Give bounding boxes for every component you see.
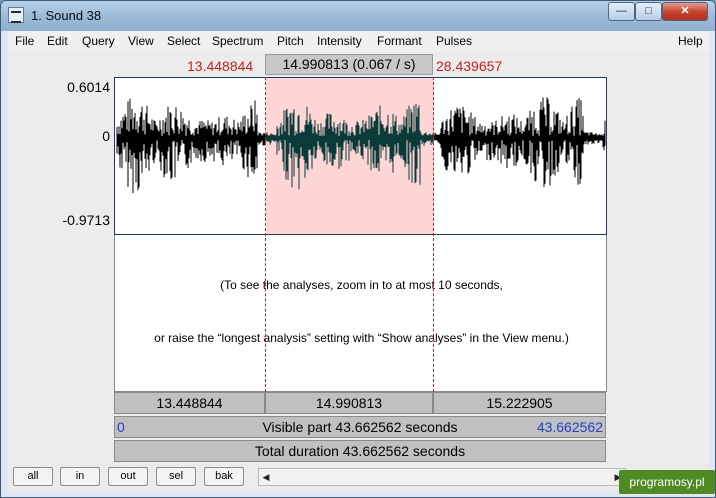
menu-edit[interactable]: Edit	[47, 34, 68, 48]
close-icon: ✕	[680, 5, 690, 17]
visible-end-label: 43.662562	[536, 419, 603, 435]
menu-file[interactable]: File	[15, 34, 34, 48]
waveform-panel[interactable]	[114, 77, 607, 235]
time-segment-right[interactable]: 15.222905	[433, 392, 606, 414]
minimize-button[interactable]: —	[608, 2, 635, 21]
selection-end-line	[433, 77, 434, 392]
maximize-button[interactable]: □	[635, 2, 662, 21]
visible-part-bar[interactable]: 0 Visible part 43.662562 seconds 43.6625…	[114, 416, 606, 438]
navigation-bar: all in out sel bak ◀ ▶	[8, 463, 709, 491]
window-title: 1. Sound 38	[31, 8, 102, 23]
close-button[interactable]: ✕	[662, 2, 708, 21]
analysis-message-line1: (To see the analyses, zoom in to at most…	[220, 278, 503, 292]
menu-query[interactable]: Query	[82, 34, 115, 48]
scroll-left-arrow-icon[interactable]: ◀	[259, 469, 273, 485]
amplitude-min-label: -0.9713	[62, 212, 110, 228]
menu-view[interactable]: View	[128, 34, 154, 48]
total-duration-bar[interactable]: Total duration 43.662562 seconds	[114, 440, 606, 462]
selection-duration-label: 14.990813 (0.067 / s)	[265, 54, 433, 75]
praat-sound-window: 1. Sound 38 — □ ✕ File Edit Query View S…	[0, 0, 716, 498]
menu-spectrum[interactable]: Spectrum	[212, 34, 263, 48]
menu-bar: File Edit Query View Select Spectrum Pit…	[8, 31, 709, 51]
analysis-panel[interactable]: (To see the analyses, zoom in to at most…	[114, 235, 607, 392]
menu-intensity[interactable]: Intensity	[317, 34, 362, 48]
menu-formant[interactable]: Formant	[377, 34, 422, 48]
sound-app-icon	[8, 7, 24, 23]
title-bar[interactable]: 1. Sound 38 — □ ✕	[1, 1, 715, 31]
watermark-logo: programosy.pl	[619, 470, 715, 494]
horizontal-scrollbar[interactable]: ◀ ▶	[258, 468, 626, 486]
menu-help[interactable]: Help	[678, 34, 703, 48]
analysis-message-line2: or raise the “longest analysis” setting …	[154, 331, 569, 345]
zoom-all-button[interactable]: all	[13, 467, 53, 486]
waveform-plot	[116, 78, 606, 234]
zoom-in-button[interactable]: in	[60, 467, 100, 486]
amplitude-zero-label: 0	[102, 128, 110, 144]
visible-part-label: Visible part 43.662562 seconds	[262, 419, 458, 435]
selection-end-label: 28.439657	[436, 58, 503, 74]
time-segment-left[interactable]: 13.448844	[114, 392, 265, 414]
selection-start-label: 13.448844	[187, 58, 254, 74]
menu-pitch[interactable]: Pitch	[277, 34, 304, 48]
menu-pulses[interactable]: Pulses	[436, 34, 472, 48]
zoom-out-button[interactable]: out	[108, 467, 148, 486]
visible-start-label: 0	[117, 419, 125, 435]
maximize-icon: □	[645, 5, 652, 17]
amplitude-max-label: 0.6014	[67, 79, 110, 95]
menu-select[interactable]: Select	[167, 34, 200, 48]
selection-start-line	[265, 77, 266, 392]
zoom-sel-button[interactable]: sel	[156, 467, 196, 486]
minimize-icon: —	[616, 5, 627, 17]
zoom-back-button[interactable]: bak	[204, 467, 244, 486]
time-segment-middle[interactable]: 14.990813	[265, 392, 433, 414]
